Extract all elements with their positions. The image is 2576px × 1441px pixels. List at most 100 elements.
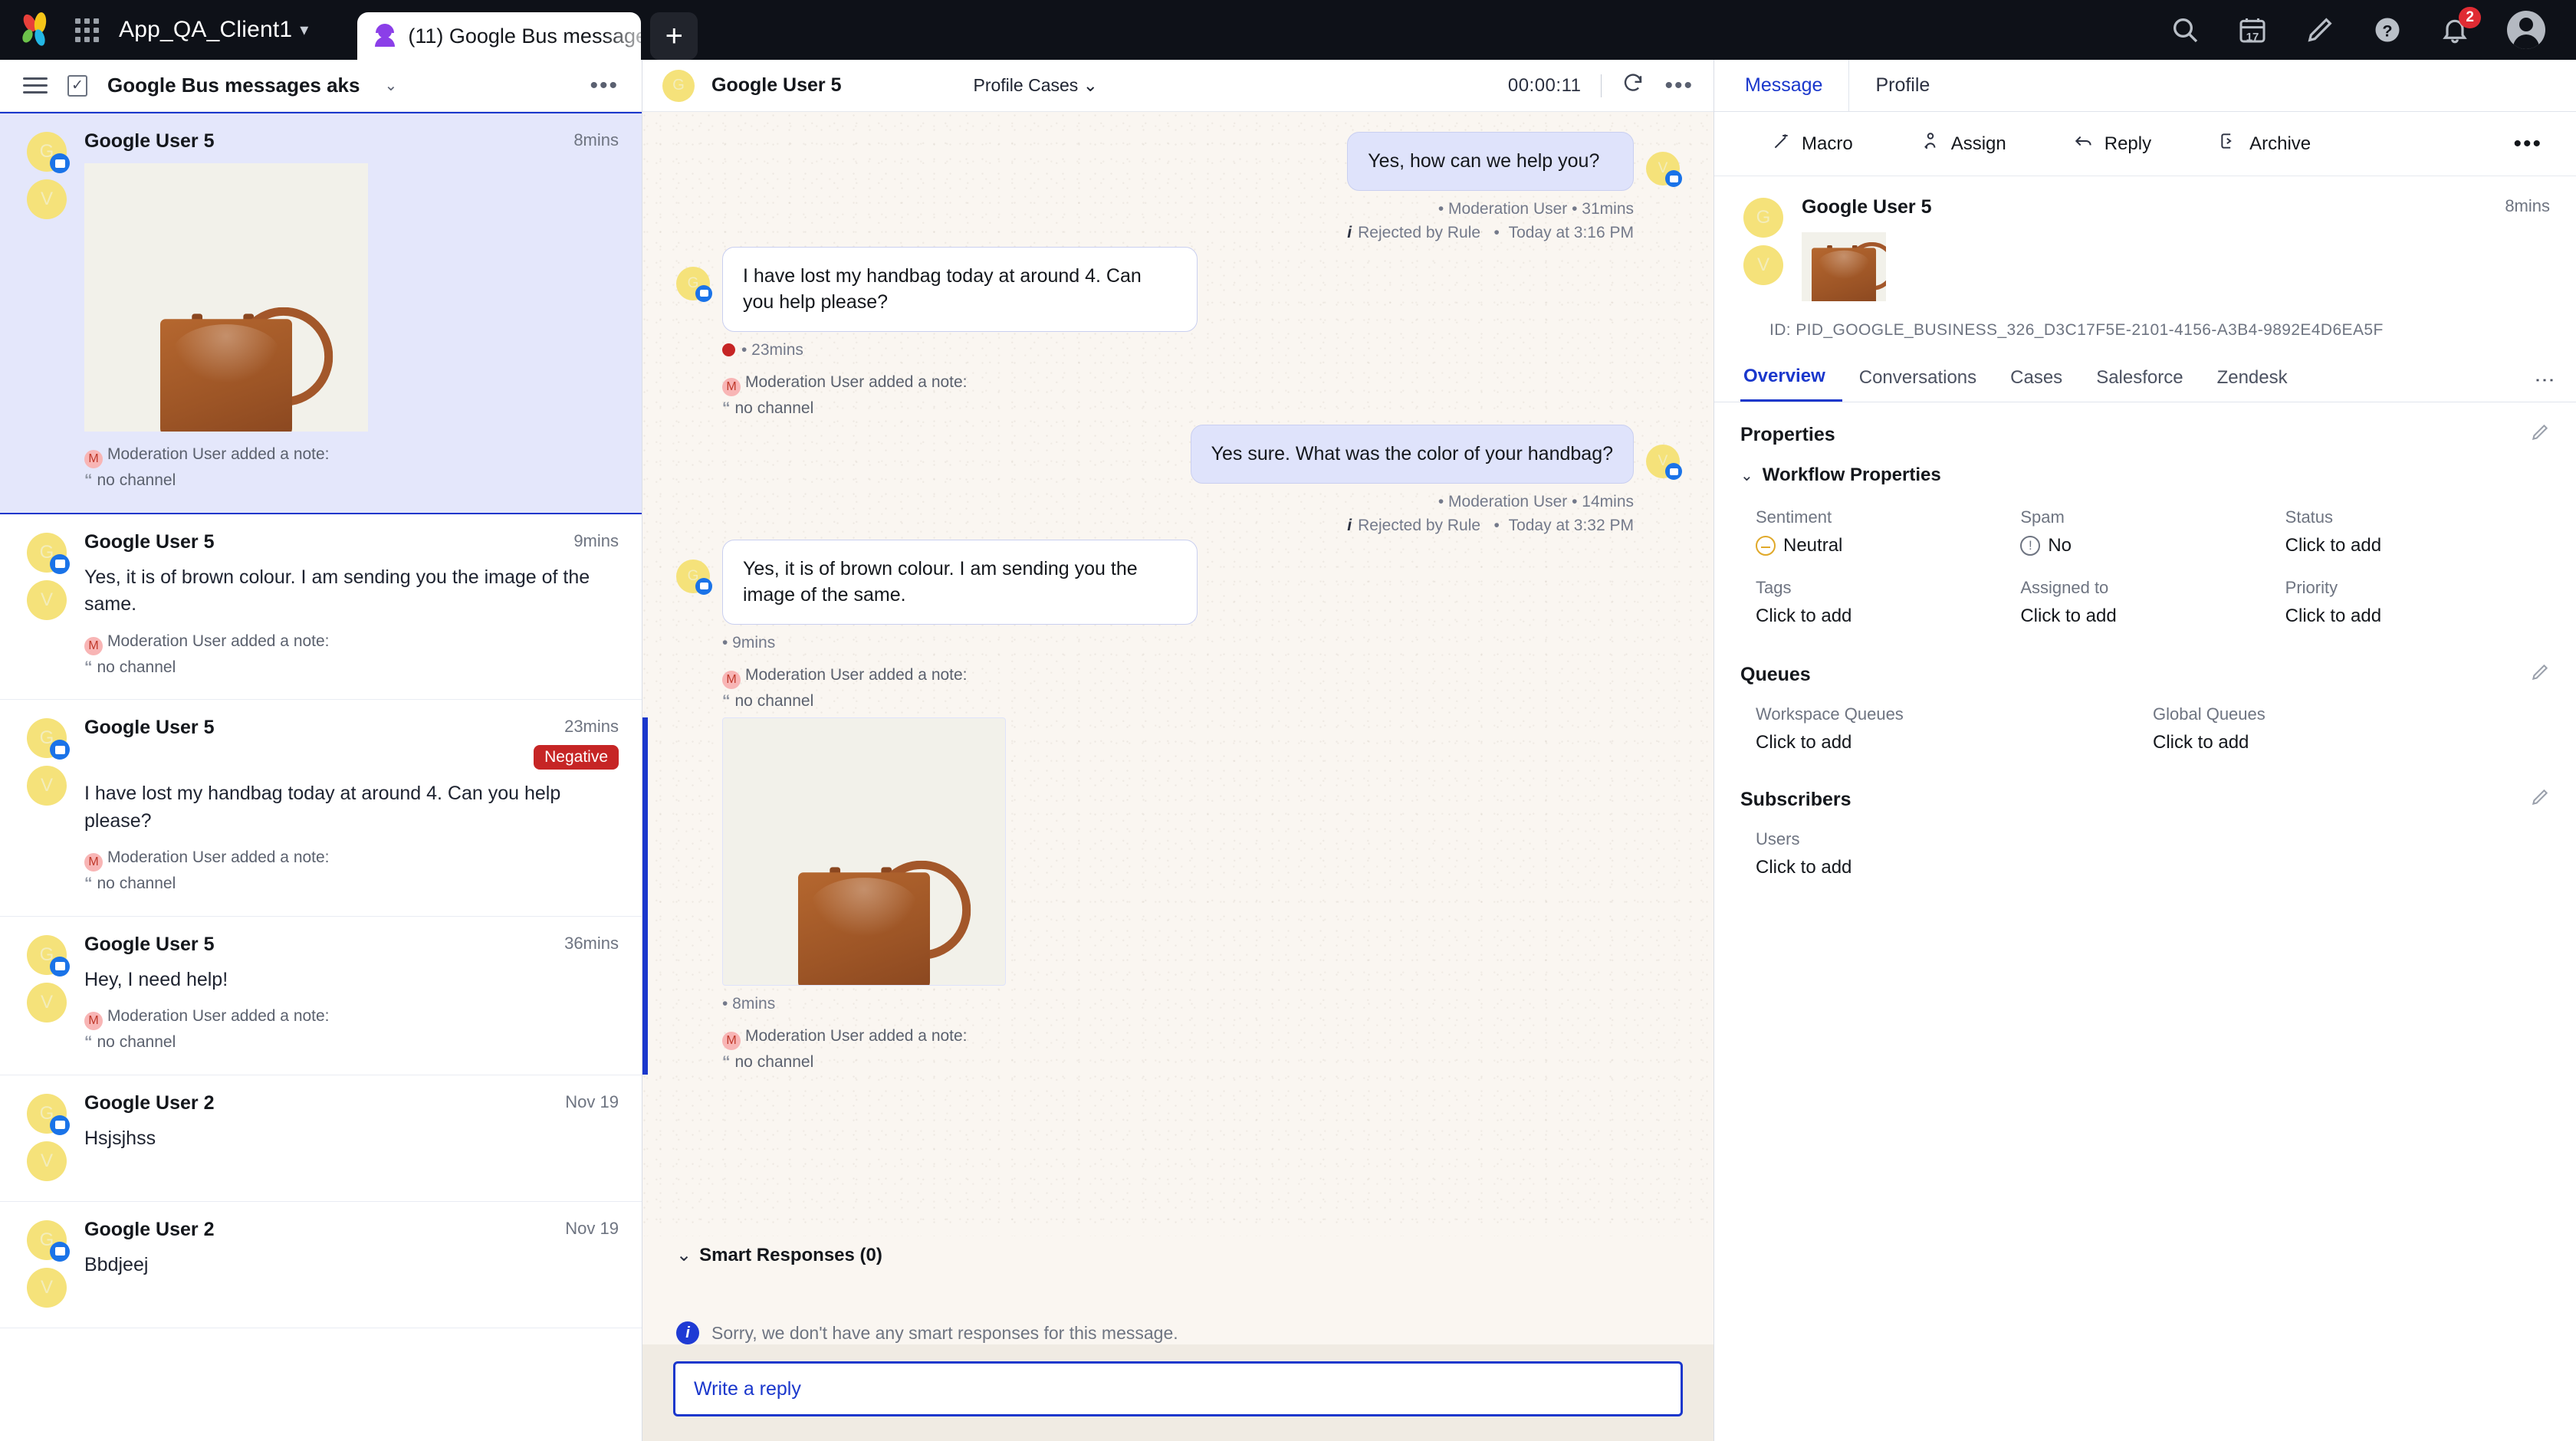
conversation-list-item[interactable]: G V Google User 2 Nov 19 Bbdjeej [0,1201,642,1328]
message-text[interactable]: I have lost my handbag today at around 4… [722,246,1198,332]
reply-input[interactable]: Write a reply [673,1361,1683,1416]
details-tab-profile[interactable]: Profile [1848,59,1956,112]
note-text: no channel [97,1033,176,1051]
conversation-list[interactable]: G V Google User 5 8mins M Moderation User add… [0,112,642,1441]
details-message-thumbnail[interactable] [1802,232,1886,301]
details-avatar-column: G V [1740,196,1786,301]
avatar-column: GV [23,130,71,493]
avatar: G [27,1219,70,1262]
action-macro-button[interactable]: Macro [1737,131,1887,156]
action-label: Archive [2249,133,2312,154]
property-value-text: Click to add [2285,606,2382,626]
details-tab-message[interactable]: Message [1714,60,1848,112]
property-label: Tags [1756,578,1792,597]
details-subtab-salesforce[interactable]: Salesforce [2079,367,2200,401]
details-subtabs[interactable]: Overview Conversations Cases Salesforce Zend… [1714,340,2576,402]
smart-responses-header[interactable]: ⌄ Smart Responses (0) [676,1244,1680,1266]
hamburger-menu-icon[interactable] [23,77,48,94]
message-text[interactable]: Yes, it is of brown colour. I am sending… [722,539,1198,625]
conversation-list-item[interactable]: G V Google User 5 23mins Negative I have lost… [0,700,642,917]
conversation-list-item[interactable]: G V Google User 5 9mins Yes, it is of brown … [0,514,642,700]
search-icon[interactable] [2170,15,2200,45]
chevron-down-icon[interactable]: ⌄ [384,76,397,95]
user-avatar[interactable] [2507,11,2545,49]
conversation-list-more-button[interactable]: ••• [590,74,619,97]
property-value[interactable]: Neutral [1756,535,2020,556]
calendar-day-label: 17 [2246,31,2259,44]
calendar-icon[interactable]: 17 [2237,15,2268,45]
message-thread[interactable]: Yes, how can we help you? • Moderation Us… [642,112,1714,1236]
conversation-top-row: Google User 2 Nov 19 [84,1219,619,1241]
avatar: V [27,766,67,806]
action-reply-button[interactable]: Reply [2040,131,2185,156]
google-business-channel-icon [50,956,70,977]
help-icon[interactable]: ? [2372,15,2403,45]
conversation-body: Google User 5 23mins Negative I have lost m… [84,717,619,896]
sprinklr-logo-icon[interactable] [20,11,55,48]
bell-icon[interactable]: 2 [2440,7,2481,45]
queues-edit-icon[interactable] [2530,662,2550,688]
property-value[interactable]: Click to add [2153,732,2550,753]
avatar: V [27,1267,67,1308]
incoming-message: G I have lost my handbag today at around … [676,246,1680,421]
smart-responses-empty-text: Sorry, we don't have any smart responses… [711,1322,1178,1343]
action-assign-button[interactable]: Assign [1887,131,2040,156]
details-subtab-overview[interactable]: Overview [1740,366,1842,402]
refresh-icon[interactable] [1622,71,1644,100]
note-author: Moderation User added a note: [745,1027,968,1045]
subscribers-section: Subscribers Users Click to add [1714,753,2576,878]
conversation-time: 23mins [564,717,619,736]
tab-google-bus-messages[interactable]: (11) Google Bus messages [357,12,642,60]
avatar: G [27,132,70,173]
subscribers-fields: Users Click to add [1740,829,2550,878]
details-tabs[interactable]: Message Profile [1714,59,2576,112]
message-text[interactable]: Yes sure. What was the color of your han… [1190,425,1634,484]
conversation-list-item[interactable]: G V Google User 5 8mins M Moderation User add… [0,112,642,514]
details-subtab-cases[interactable]: Cases [1993,367,2079,401]
conversation-image-thumbnail[interactable] [84,163,368,432]
profile-cases-dropdown[interactable]: Profile Cases ⌄ [974,75,1098,96]
message-meta: • Moderation User • 31mins [1438,199,1634,218]
smart-responses-section: ⌄ Smart Responses (0) i Sorry, we don't h… [642,1236,1714,1344]
message-row: Yes, how can we help you? • Moderation Us… [1347,132,1682,242]
property-value[interactable]: ! No [2020,535,2285,556]
conversation-body: Google User 2 Nov 19 Bbdjeej [84,1219,619,1308]
select-all-checkbox[interactable]: ✓ [67,74,87,97]
chevron-down-icon: ⌄ [676,1245,692,1265]
property-value[interactable]: Click to add [1756,857,2550,878]
details-message-top: Google User 5 8mins [1802,196,2550,218]
subscribers-edit-icon[interactable] [2530,787,2550,812]
message-image-attachment[interactable] [722,717,1006,986]
details-subtab-conversations[interactable]: Conversations [1842,367,1993,401]
app-grid-icon[interactable] [75,18,99,42]
conversation-top-row: Google User 5 36mins [84,934,619,956]
action-more-button[interactable]: ••• [2479,132,2553,155]
new-tab-button[interactable]: + [650,12,698,60]
property-value[interactable]: Click to add [2285,535,2550,556]
details-subtab-zendesk[interactable]: Zendesk [2200,367,2305,401]
app-selector[interactable]: App_QA_Client1 ▾ [119,17,308,43]
tab-strip: (11) Google Bus messages + [357,0,698,60]
property-value[interactable]: Click to add [2285,606,2550,627]
avatar: G [676,559,712,595]
property-value[interactable]: Click to add [1756,732,2153,753]
action-archive-button[interactable]: Archive [2185,131,2344,156]
property-value[interactable]: Click to add [2020,606,2285,627]
pencil-icon[interactable] [2305,15,2335,45]
divider [1601,74,1602,97]
incoming-message: G Yes, it is of brown colour. I am sendin… [676,539,1680,714]
property-value[interactable]: Click to add [1756,606,2020,627]
workflow-properties-header[interactable]: ⌄ Workflow Properties [1740,464,2550,486]
properties-edit-icon[interactable] [2530,422,2550,448]
thread-more-button[interactable]: ••• [1664,74,1694,97]
details-action-bar[interactable]: Macro Assign Reply Archive ••• [1714,112,2576,176]
details-subtabs-more-button[interactable]: ⋮ [2534,370,2557,398]
details-message-time: 8mins [2505,196,2550,215]
quote-icon: “ [84,875,93,892]
property-label: Global Queues [2153,704,2266,724]
conversation-list-item[interactable]: G V Google User 2 Nov 19 Hsjsjhss [0,1075,642,1202]
avatar: G [27,934,70,977]
message-text[interactable]: Yes, how can we help you? [1347,132,1634,191]
conversation-body: Google User 5 8mins M Moderation User added… [84,130,619,493]
conversation-list-item[interactable]: G V Google User 5 36mins Hey, I need help! M M… [0,916,642,1075]
